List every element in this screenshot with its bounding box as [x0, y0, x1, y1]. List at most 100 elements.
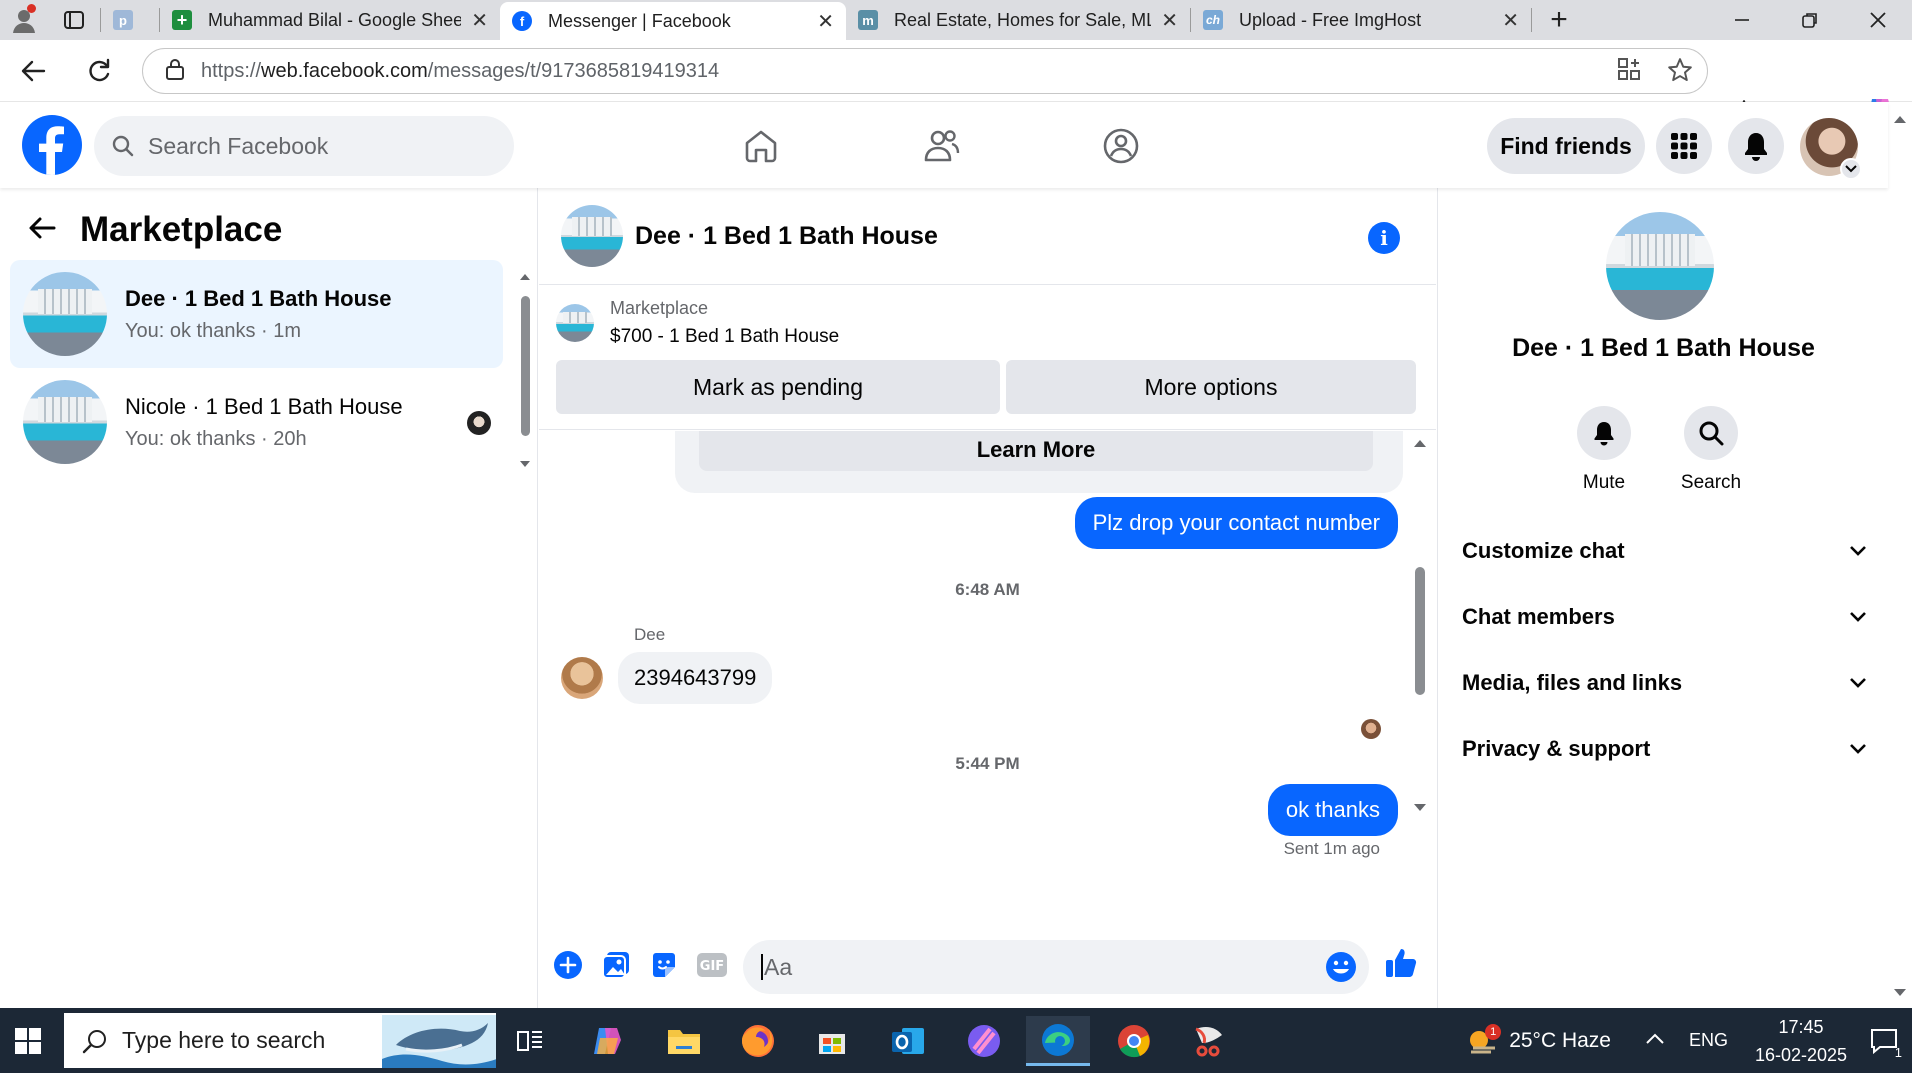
facebook-search-input[interactable]: Search Facebook [94, 116, 514, 176]
chevron-up-icon[interactable] [1645, 1032, 1665, 1050]
favorite-star-icon[interactable] [1667, 57, 1693, 88]
section-privacy-support[interactable]: Privacy & support [1462, 725, 1867, 773]
menu-grid-button[interactable] [1656, 118, 1712, 174]
chrome-icon[interactable] [1102, 1016, 1166, 1066]
close-tab-icon[interactable]: ✕ [1502, 8, 1519, 33]
weather-icon[interactable]: 1 [1465, 1023, 1502, 1056]
file-explorer-icon[interactable] [652, 1016, 716, 1066]
section-customize-chat[interactable]: Customize chat [1462, 527, 1867, 575]
learn-more-button[interactable]: Learn More [699, 431, 1373, 471]
tab-pinned[interactable]: p [101, 0, 159, 40]
info-icon[interactable]: i [1368, 222, 1400, 254]
section-label: Media, files and links [1462, 670, 1683, 695]
tab-actions-button[interactable] [48, 0, 100, 40]
close-icon [1870, 12, 1886, 28]
system-tray: 1 25°C Haze ENG 17:45 16-02-2025 1 [1465, 1008, 1912, 1073]
firefox-icon[interactable] [726, 1016, 790, 1066]
more-actions-plus-icon[interactable] [551, 948, 585, 982]
listing-thumbnail [23, 380, 107, 464]
site-info-lock-icon[interactable] [165, 58, 185, 85]
timestamp-separator: 6:48 AM [955, 580, 1020, 599]
back-arrow-icon[interactable] [28, 216, 56, 245]
refresh-button[interactable] [66, 40, 132, 102]
app-launcher-icon[interactable] [952, 1016, 1016, 1066]
tab-imghost[interactable]: ch Upload - Free ImgHost ✕ [1191, 0, 1531, 40]
section-media-files-links[interactable]: Media, files and links [1462, 659, 1867, 707]
taskbar-clock[interactable]: 17:45 16-02-2025 [1746, 1013, 1856, 1069]
message-thread-scrollbar[interactable] [1412, 431, 1428, 921]
input-language[interactable]: ENG [1689, 1030, 1728, 1051]
home-nav-icon[interactable] [737, 122, 785, 170]
taskbar-search-placeholder: Type here to search [122, 1027, 326, 1053]
chevron-down-icon [1850, 546, 1866, 556]
outlook-icon[interactable] [876, 1016, 940, 1066]
browser-profile-button[interactable] [0, 0, 48, 40]
microsoft-store-icon[interactable] [800, 1016, 864, 1066]
tab-messenger[interactable]: f Messenger | Facebook ✕ [500, 2, 846, 40]
start-button[interactable] [0, 1008, 56, 1073]
close-tab-icon[interactable]: ✕ [471, 8, 488, 33]
chat-panel: Dee · 1 Bed 1 Bath House i Marketplace $… [539, 188, 1436, 1008]
tab-google-sheets[interactable]: + Muhammad Bilal - Google Sheets ✕ [160, 0, 500, 40]
like-thumb-icon[interactable] [1384, 946, 1418, 980]
chevron-down-icon [1850, 612, 1866, 622]
close-tab-icon[interactable]: ✕ [817, 9, 834, 34]
restore-button[interactable] [1776, 0, 1844, 40]
scroll-up-icon [1414, 440, 1426, 447]
task-view-button[interactable] [498, 1016, 562, 1066]
mark-as-pending-button[interactable]: Mark as pending [556, 360, 1000, 414]
section-label: Chat members [1462, 604, 1615, 629]
app-available-icon[interactable] [1617, 57, 1641, 88]
sender-avatar[interactable] [561, 657, 603, 699]
seen-avatar [467, 411, 491, 435]
copilot-taskbar-icon[interactable] [576, 1016, 640, 1066]
restore-icon [1802, 13, 1817, 28]
more-options-button[interactable]: More options [1006, 360, 1416, 414]
scroll-down-icon [1414, 804, 1426, 811]
close-window-button[interactable] [1844, 0, 1912, 40]
search-icon [1699, 421, 1724, 446]
minimize-button[interactable] [1708, 0, 1776, 40]
chevron-down-icon [1840, 158, 1862, 180]
search-in-chat-button[interactable]: Search [1666, 406, 1756, 494]
section-chat-members[interactable]: Chat members [1462, 593, 1867, 641]
conversation-item-dee[interactable]: Dee · 1 Bed 1 Bath House You: ok thanks … [10, 260, 503, 368]
facebook-logo-icon[interactable] [22, 115, 82, 175]
notifications-button[interactable] [1728, 118, 1784, 174]
message-input[interactable]: Aa [743, 940, 1369, 994]
page-scrollbar[interactable] [1888, 102, 1912, 1008]
notification-center-button[interactable]: 1 [1856, 1028, 1912, 1060]
back-button[interactable] [0, 40, 66, 102]
listing-message-card: Learn More [675, 431, 1403, 493]
edge-browser-icon[interactable] [1026, 1016, 1090, 1066]
groups-nav-icon[interactable] [1097, 122, 1145, 170]
search-icon [112, 135, 134, 157]
tab-real-estate[interactable]: m Real Estate, Homes for Sale, MLS ✕ [846, 0, 1190, 40]
tab-title: Messenger | Facebook [548, 10, 731, 31]
sticker-icon[interactable] [647, 948, 681, 982]
chat-title[interactable]: Dee · 1 Bed 1 Bath House [635, 222, 938, 251]
snipping-tool-icon[interactable] [1176, 1016, 1240, 1066]
mute-button[interactable]: Mute [1559, 406, 1649, 494]
url-bar[interactable]: https://web.facebook.com/messages/t/9173… [142, 48, 1708, 94]
close-tab-icon[interactable]: ✕ [1161, 8, 1178, 33]
listing-label: Marketplace [610, 298, 709, 318]
minimize-icon [1735, 19, 1749, 21]
attach-image-icon[interactable] [599, 948, 633, 982]
chat-info-avatar [1606, 212, 1714, 320]
friends-nav-icon[interactable] [917, 122, 965, 170]
tab-title: Muhammad Bilal - Google Sheets [208, 9, 462, 30]
imghost-favicon-icon: ch [1203, 10, 1223, 30]
new-tab-button[interactable]: + [1532, 0, 1586, 40]
chat-avatar[interactable] [561, 205, 623, 267]
conversation-item-nicole[interactable]: Nicole · 1 Bed 1 Bath House You: ok than… [10, 368, 503, 476]
taskbar-search-input[interactable]: Type here to search [64, 1013, 496, 1068]
gif-icon[interactable]: GIF [695, 948, 729, 982]
account-avatar[interactable] [1800, 118, 1862, 180]
conversation-list-scrollbar[interactable] [518, 270, 532, 470]
search-label: Search [1680, 472, 1742, 493]
find-friends-button[interactable]: Find friends [1487, 118, 1645, 174]
weather-text[interactable]: 25°C Haze [1509, 1029, 1611, 1053]
listing-price[interactable]: $700 - 1 Bed 1 Bath House [610, 326, 839, 348]
emoji-icon[interactable] [1325, 951, 1357, 989]
